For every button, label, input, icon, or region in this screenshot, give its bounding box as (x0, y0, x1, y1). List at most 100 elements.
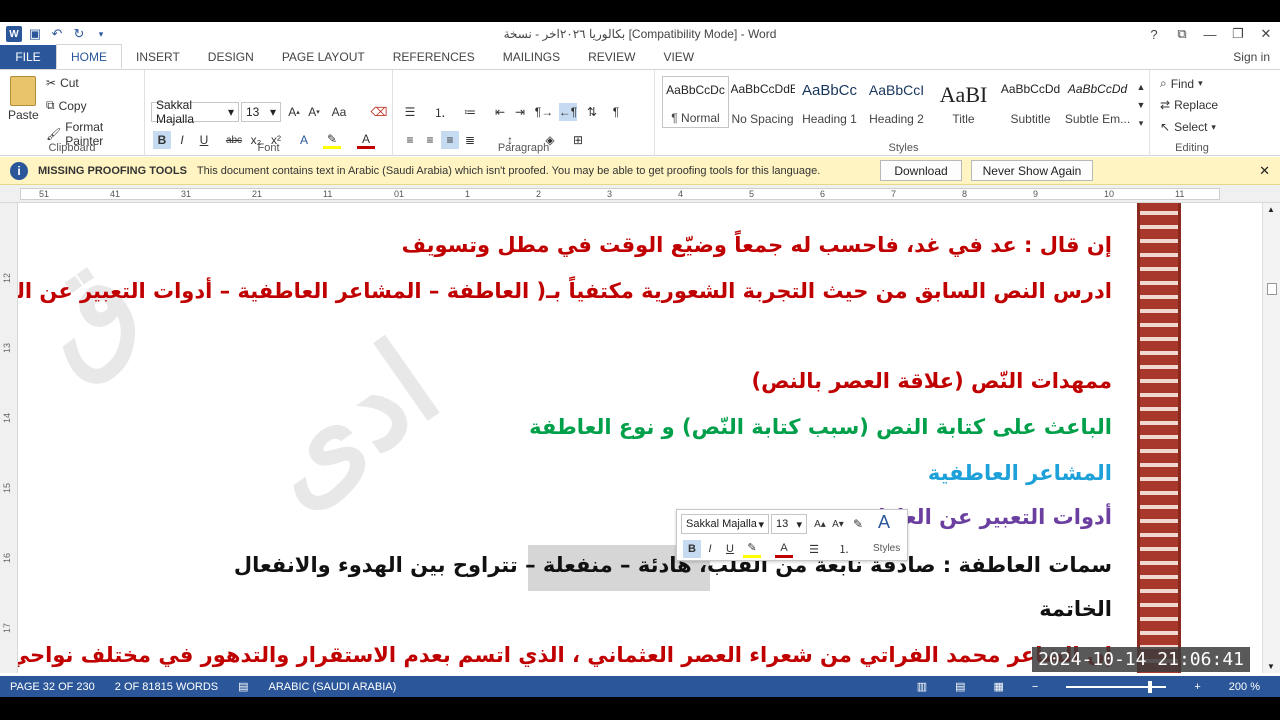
tab-design[interactable]: DESIGN (194, 45, 268, 69)
style-title[interactable]: AaBI Title (930, 76, 997, 128)
tab-file[interactable]: FILE (0, 45, 56, 69)
doc-line-2[interactable]: ادرس النص السابق من حيث التجربة الشعورية… (18, 279, 1112, 303)
shrink-font-icon[interactable]: A▾ (305, 103, 323, 121)
never-show-again-button[interactable]: Never Show Again (971, 160, 1093, 181)
highlight-icon[interactable]: ✎ (743, 540, 761, 558)
doc-line-3[interactable]: ممهدات النّص (علاقة العصر بالنص) (752, 369, 1112, 393)
minimize-button[interactable]: — (1196, 22, 1224, 46)
sign-in-link[interactable]: Sign in (1233, 50, 1270, 64)
style-no-spacing[interactable]: AaBbCcDdE No Spacing (729, 76, 796, 128)
zoom-slider-thumb[interactable] (1148, 680, 1153, 693)
video-timestamp: 2024-10-14 21:06:41 (1032, 647, 1250, 672)
font-family-combo[interactable]: Sakkal Majalla ▾ (151, 98, 239, 126)
tab-view[interactable]: VIEW (649, 45, 708, 69)
styles-icon[interactable]: A (875, 512, 893, 532)
tab-review[interactable]: REVIEW (574, 45, 649, 69)
scroll-thumb[interactable] (1267, 283, 1277, 295)
style-subtitle[interactable]: AaBbCcDd Subtitle (997, 76, 1064, 128)
mini-toolbar: Sakkal Majalla ▾ 13 ▾ A▴ A▾ ✎ A B I U ✎ A … (676, 509, 908, 561)
word-count[interactable]: 2 OF 81815 WORDS (115, 681, 218, 693)
increase-indent-icon[interactable]: ⇥ (511, 103, 529, 121)
doc-line-1[interactable]: إن قال : عد في غد، فاحسب له جمعاً وضيّع … (402, 233, 1112, 257)
tab-insert[interactable]: INSERT (122, 45, 194, 69)
grow-font-icon[interactable]: A▴ (285, 103, 303, 121)
style-heading-1[interactable]: AaBbCc Heading 1 (796, 76, 863, 128)
styles-scroll-up-icon[interactable]: ▲ (1132, 78, 1150, 96)
scroll-down-icon[interactable]: ▼ (1267, 662, 1275, 671)
bullets-icon[interactable]: ☰ (805, 540, 823, 558)
zoom-in-icon[interactable]: + (1194, 681, 1200, 693)
language-indicator[interactable]: ARABIC (SAUDI ARABIA) (269, 681, 397, 693)
italic-icon[interactable]: I (701, 540, 719, 558)
copy-button[interactable]: ⧉ Copy (46, 98, 87, 113)
web-layout-icon[interactable]: ▦ (994, 680, 1004, 693)
ruler-number: 21 (252, 189, 263, 199)
print-layout-icon[interactable]: ▤ (955, 680, 965, 693)
replace-button[interactable]: ⇄ Replace (1160, 98, 1218, 112)
font-size-combo[interactable]: 13 ▾ (241, 102, 281, 122)
scroll-up-icon[interactable]: ▲ (1267, 205, 1275, 214)
underline-icon[interactable]: U (721, 540, 739, 558)
vertical-ruler-number: 17 (2, 622, 13, 634)
zoom-slider[interactable] (1066, 680, 1167, 693)
tab-page-layout[interactable]: PAGE LAYOUT (268, 45, 379, 69)
chevron-down-icon: ▾ (1211, 121, 1216, 132)
vertical-scrollbar[interactable]: ▲ ▼ (1262, 203, 1280, 673)
ruler-number: 10 (1104, 189, 1115, 199)
numbering-icon[interactable]: ⒈ (431, 103, 449, 121)
doc-line-5[interactable]: المشاعر العاطفية (928, 461, 1112, 485)
show-formatting-icon[interactable]: ¶ (607, 103, 625, 121)
zoom-level[interactable]: 200 % (1229, 681, 1260, 693)
sort-icon[interactable]: ⇅ (583, 103, 601, 121)
style-name: Heading 1 (802, 112, 857, 126)
shrink-font-icon[interactable]: A▾ (829, 515, 847, 533)
rtl-direction-icon[interactable]: ←¶ (559, 103, 577, 121)
cut-button[interactable]: ✂ Cut (46, 76, 79, 90)
styles-more-icon[interactable]: ▾ (1132, 114, 1150, 132)
styles-label[interactable]: Styles (873, 543, 900, 554)
style-subtle-emphasis[interactable]: AaBbCcDd Subtle Em... (1064, 76, 1131, 128)
grow-font-icon[interactable]: A▴ (811, 515, 829, 533)
doc-line-7[interactable]: سمات العاطفة : صادقة نابعة من القلب، هاد… (234, 553, 1112, 577)
page-count[interactable]: PAGE 32 OF 230 (10, 681, 95, 693)
bold-icon[interactable]: B (683, 540, 701, 558)
ltr-direction-icon[interactable]: ¶→ (535, 103, 553, 121)
chevron-down-icon: ▾ (227, 105, 234, 119)
tab-mailings[interactable]: MAILINGS (489, 45, 574, 69)
doc-line-8[interactable]: الخاتمة (1039, 597, 1112, 621)
proofing-icon[interactable]: ▤ (238, 680, 248, 693)
ribbon-display-button[interactable]: ⧉ (1168, 22, 1196, 46)
read-mode-icon[interactable]: ▥ (917, 680, 927, 693)
styles-scroll-down-icon[interactable]: ▼ (1132, 96, 1150, 114)
help-button[interactable]: ? (1140, 22, 1168, 46)
mini-size-combo[interactable]: 13 ▾ (771, 514, 807, 534)
decrease-indent-icon[interactable]: ⇤ (491, 103, 509, 121)
format-painter-icon[interactable]: ✎ (849, 515, 867, 533)
style-heading-2[interactable]: AaBbCcI Heading 2 (863, 76, 930, 128)
download-button[interactable]: Download (880, 160, 962, 181)
paste-button[interactable]: Paste (8, 76, 39, 122)
bullets-icon[interactable]: ☰ (401, 103, 419, 121)
close-button[interactable]: ✕ (1252, 22, 1280, 46)
vertical-ruler[interactable]: 12 13 14 15 16 17 (0, 203, 18, 673)
find-button[interactable]: ⌕ Find ▾ (1160, 76, 1203, 91)
zoom-out-icon[interactable]: − (1032, 681, 1038, 693)
clear-formatting-icon[interactable]: ⌫ (370, 103, 388, 121)
doc-line-4[interactable]: الباعث على كتابة النص (سبب كتابة النّص) … (529, 415, 1112, 439)
doc-line-9[interactable]: إن الشاعر محمد الفراتي من شعراء العصر ال… (18, 643, 1112, 667)
style-normal[interactable]: AaBbCcDc ¶ Normal (662, 76, 729, 128)
tab-home[interactable]: HOME (56, 44, 122, 69)
font-color-icon[interactable]: A (775, 540, 793, 558)
ruler-number: 4 (678, 189, 684, 199)
horizontal-ruler[interactable]: 51 41 31 21 11 01 1 2 3 4 5 6 7 8 9 10 11 (0, 185, 1280, 203)
restore-button[interactable]: ❐ (1224, 22, 1252, 46)
close-message-icon[interactable]: ✕ (1259, 163, 1270, 179)
mini-font-combo[interactable]: Sakkal Majalla ▾ (681, 514, 769, 534)
change-case-icon[interactable]: Aa (330, 103, 348, 121)
ruler-number: 11 (1175, 189, 1185, 199)
tab-references[interactable]: REFERENCES (379, 45, 489, 69)
document-canvas[interactable]: ق ادى إن قال : عد في غد، فاحسب له جمعاً … (18, 203, 1262, 673)
numbering-icon[interactable]: ⒈ (835, 540, 853, 558)
multilevel-list-icon[interactable]: ≔ (461, 103, 479, 121)
select-button[interactable]: ↖ Select ▾ (1160, 120, 1216, 134)
